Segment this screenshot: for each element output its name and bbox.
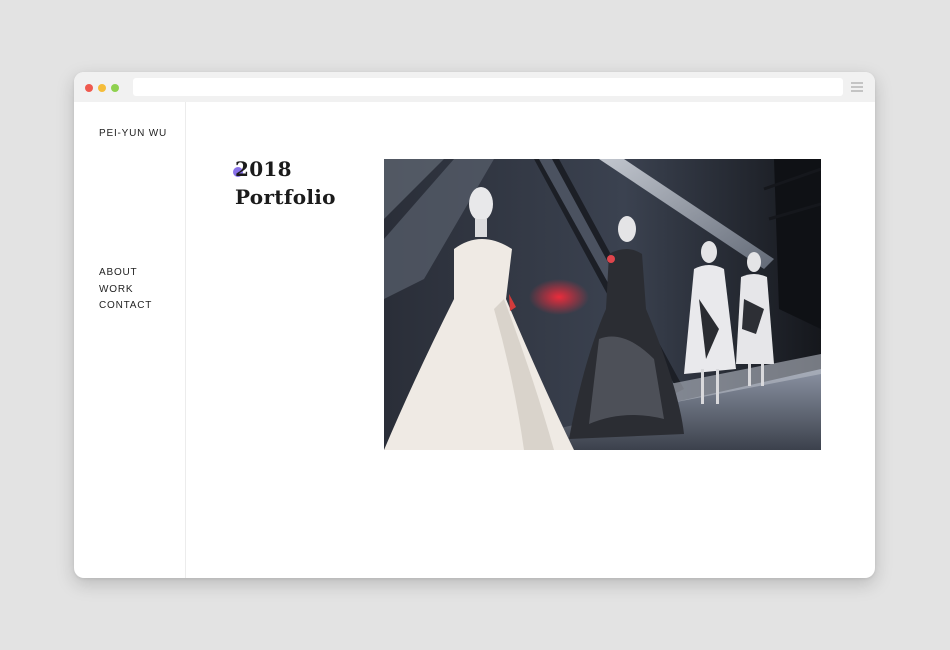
minimize-window-button[interactable] xyxy=(98,84,106,92)
main-nav: ABOUT WORK CONTACT xyxy=(99,265,152,315)
maximize-window-button[interactable] xyxy=(111,84,119,92)
browser-window: PEI-YUN WU ABOUT WORK CONTACT 2018 Portf… xyxy=(74,72,875,578)
title-year: 2018 xyxy=(235,157,292,181)
page-title: 2018 Portfolio xyxy=(235,155,336,211)
nav-item-work[interactable]: WORK xyxy=(99,282,152,299)
title-word: Portfolio xyxy=(235,185,336,209)
browser-chrome xyxy=(74,72,875,102)
page-content: PEI-YUN WU ABOUT WORK CONTACT 2018 Portf… xyxy=(74,102,875,578)
hero-image[interactable] xyxy=(384,159,821,450)
address-bar[interactable] xyxy=(133,78,843,96)
sidebar: PEI-YUN WU ABOUT WORK CONTACT xyxy=(74,102,186,578)
brand-logo-text[interactable]: PEI-YUN WU xyxy=(99,128,167,139)
nav-item-contact[interactable]: CONTACT xyxy=(99,298,152,315)
hamburger-icon[interactable] xyxy=(851,82,863,92)
nav-item-about[interactable]: ABOUT xyxy=(99,265,152,282)
hero-photo-illustration xyxy=(384,159,821,450)
close-window-button[interactable] xyxy=(85,84,93,92)
